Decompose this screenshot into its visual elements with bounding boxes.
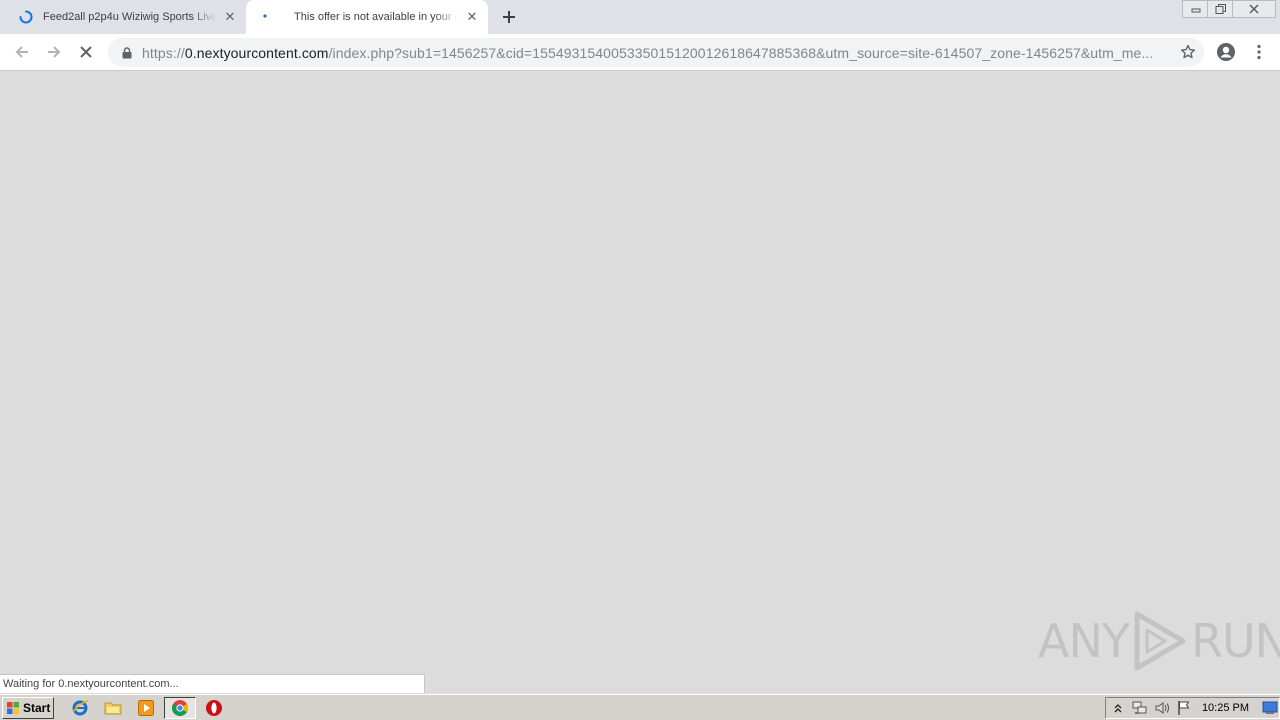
play-logo-icon [1134, 611, 1186, 671]
show-hidden-icons-icon[interactable] [1109, 699, 1128, 717]
tab-close-icon[interactable]: ✕ [222, 9, 238, 25]
stop-button[interactable] [73, 39, 99, 65]
address-bar[interactable]: https://0.nextyourcontent.com/index.php?… [108, 38, 1204, 67]
url-path: /index.php?sub1=1456257&cid=155493154005… [328, 44, 1154, 61]
taskbar: Start 10:25 PM [0, 694, 1280, 720]
account-circle-icon [1217, 43, 1235, 61]
minimize-button[interactable] [1182, 0, 1208, 18]
loading-dot-icon [258, 9, 274, 25]
tab-title: Feed2all p2p4u Wiziwig Sports Live F [43, 11, 216, 23]
network-icon[interactable] [1131, 699, 1150, 717]
tab-strip: Feed2all p2p4u Wiziwig Sports Live F ✕ T… [0, 0, 1280, 34]
volume-icon[interactable] [1153, 699, 1172, 717]
status-bubble: Waiting for 0.nextyourcontent.com... [0, 674, 425, 693]
back-arrow-icon [15, 46, 28, 58]
new-tab-button[interactable] [498, 6, 520, 28]
windows-logo-icon [7, 702, 19, 714]
start-button[interactable]: Start [2, 697, 54, 719]
tab-feed2all[interactable]: Feed2all p2p4u Wiziwig Sports Live F ✕ [0, 0, 246, 34]
loading-spinner-icon [18, 9, 34, 25]
back-button[interactable] [9, 39, 35, 65]
forward-button[interactable] [41, 39, 67, 65]
restore-icon [1215, 4, 1226, 14]
three-dots-vertical-icon [1257, 44, 1261, 60]
tab-close-icon[interactable]: ✕ [464, 9, 480, 25]
anyrun-watermark: ANY RUN [1038, 610, 1280, 672]
restore-button[interactable] [1207, 0, 1233, 18]
page-content [0, 72, 1280, 693]
watermark-left-text: ANY [1038, 614, 1130, 668]
stop-x-icon [80, 46, 92, 58]
menu-button[interactable] [1246, 39, 1272, 65]
tab-title: This offer is not available in your cou [294, 11, 458, 23]
minimize-icon [1191, 8, 1200, 13]
system-tray: 10:25 PM [1105, 697, 1280, 719]
url-scheme: https:// [142, 44, 185, 61]
url-host: 0.nextyourcontent.com [184, 44, 329, 61]
profile-button[interactable] [1213, 39, 1239, 65]
url-text[interactable]: https://0.nextyourcontent.com/index.php?… [142, 45, 1162, 61]
close-icon [1249, 4, 1259, 14]
start-label: Start [23, 701, 51, 715]
media-player-icon[interactable] [135, 698, 157, 718]
forward-arrow-icon [48, 46, 61, 58]
watermark-right-text: RUN [1190, 614, 1280, 668]
action-center-flag-icon[interactable] [1175, 699, 1194, 717]
opera-icon[interactable] [203, 698, 225, 718]
bookmark-star-icon[interactable] [1180, 44, 1196, 60]
lock-icon[interactable] [120, 46, 134, 60]
plus-icon [503, 11, 515, 23]
tab-offer-unavailable[interactable]: This offer is not available in your cou … [246, 0, 488, 34]
clock[interactable]: 10:25 PM [1202, 702, 1249, 714]
close-window-button[interactable] [1232, 0, 1276, 18]
show-desktop-icon[interactable] [1260, 699, 1279, 717]
explorer-folder-icon[interactable] [102, 698, 124, 718]
chrome-icon[interactable] [164, 697, 196, 719]
browser-toolbar: https://0.nextyourcontent.com/index.php?… [0, 34, 1280, 71]
internet-explorer-icon[interactable] [69, 698, 91, 718]
